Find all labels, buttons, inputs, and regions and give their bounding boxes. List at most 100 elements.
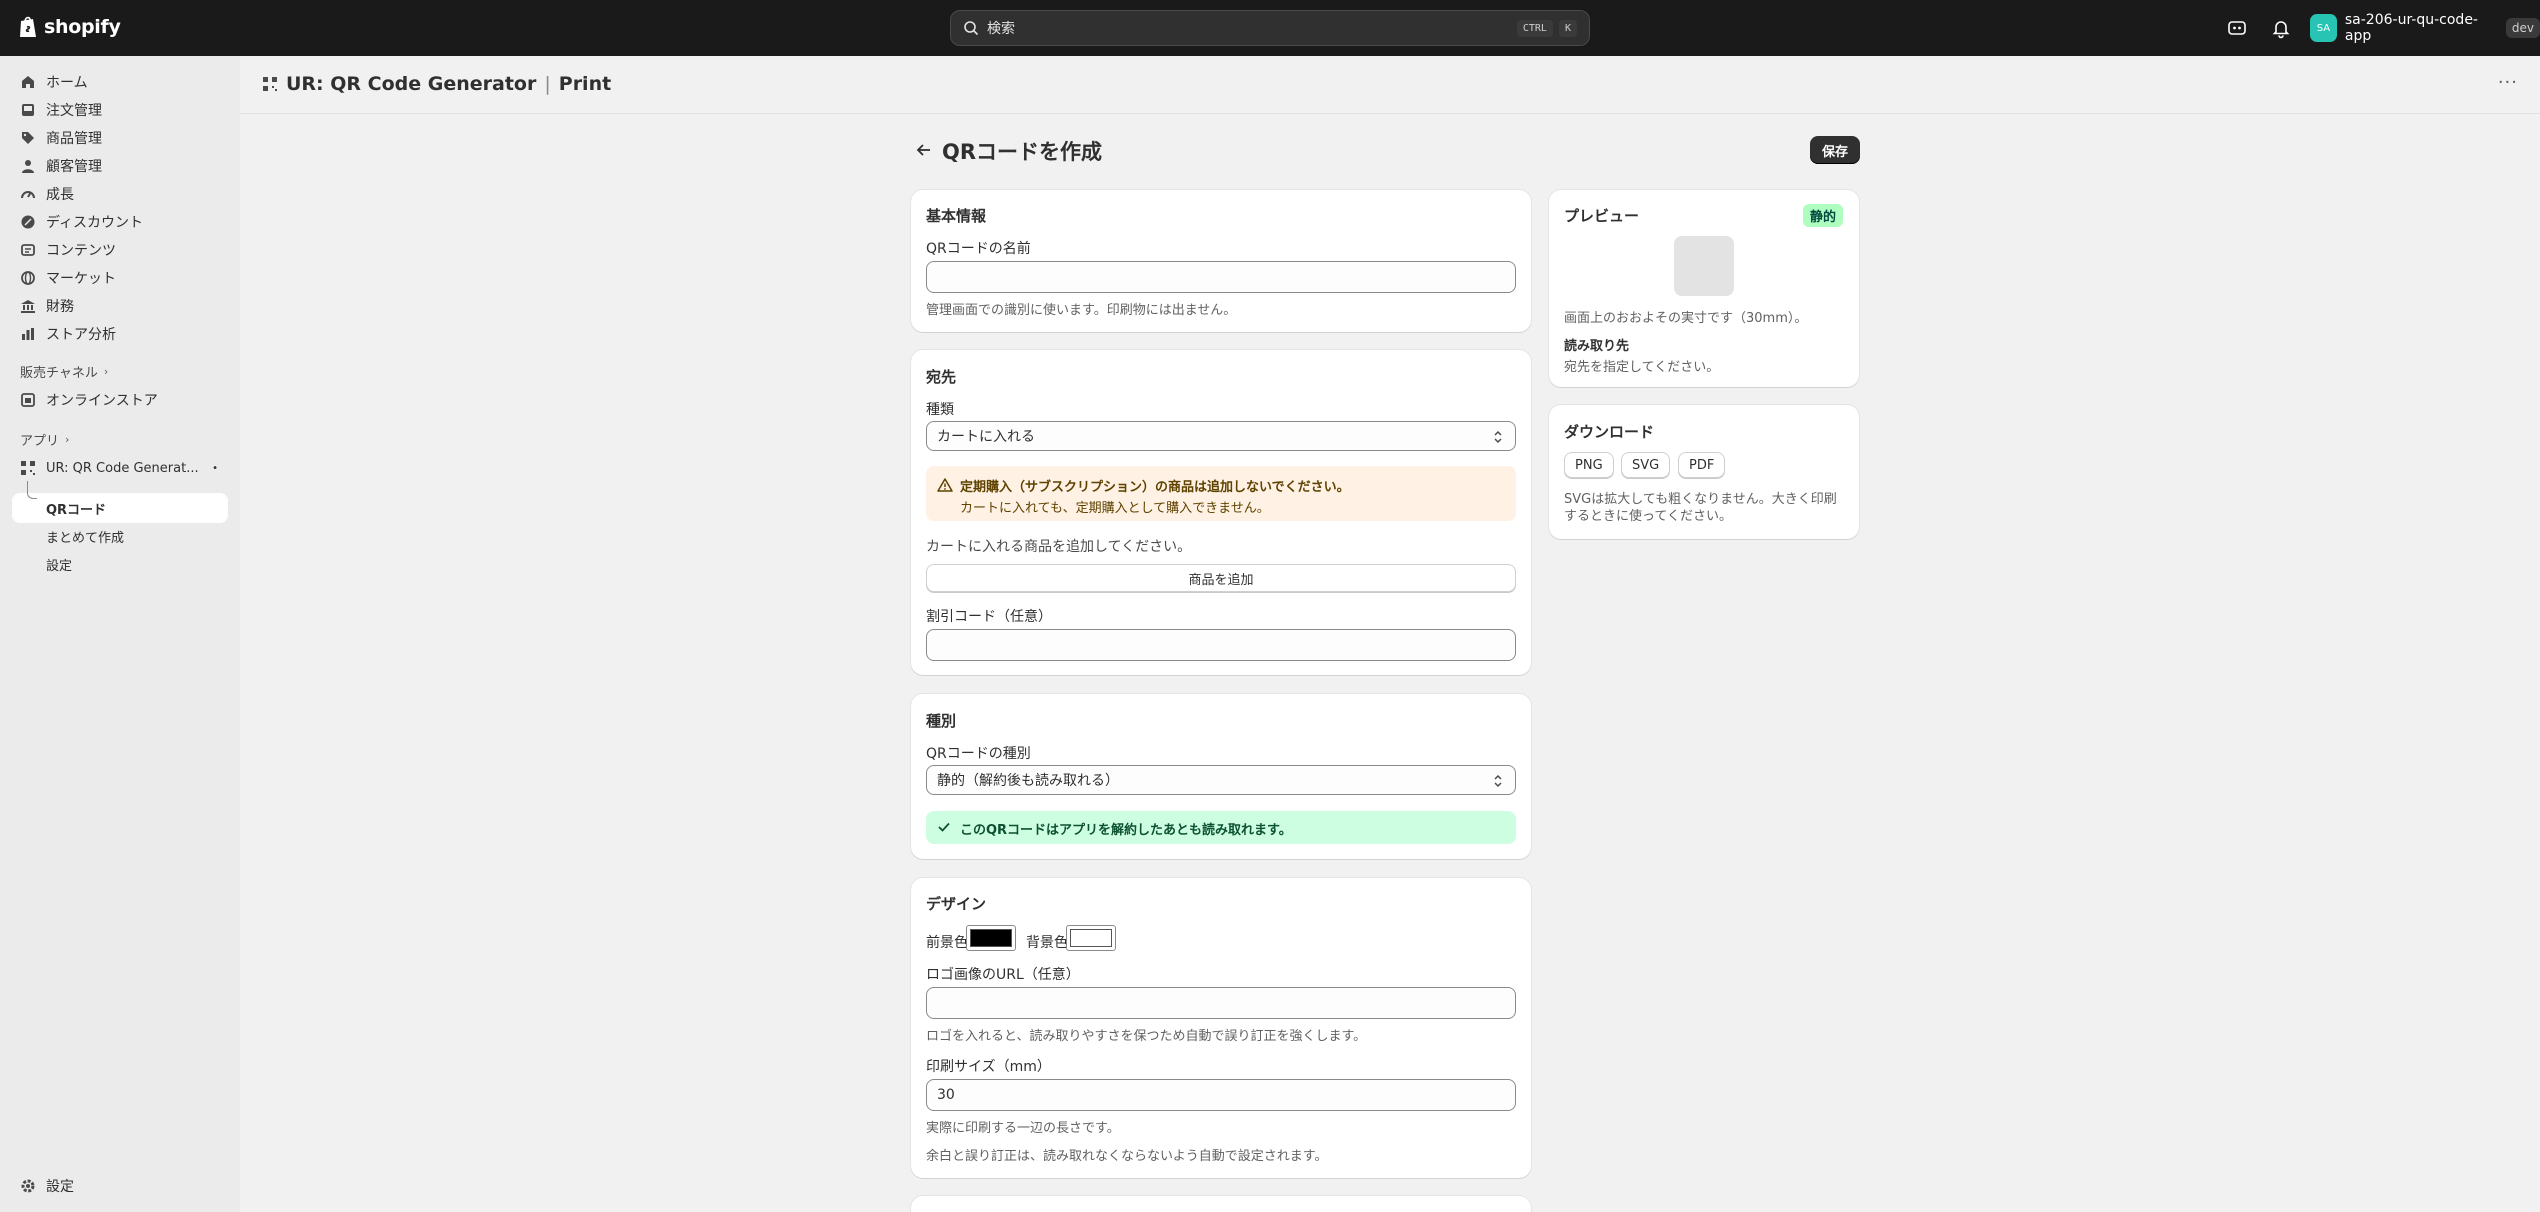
apps-label: アプリ [20,434,60,449]
sidebar-item-analytics[interactable]: ストア分析 [12,320,228,348]
sidebar-item-markets[interactable]: マーケット [12,264,228,292]
destination-card: 宛先 種類 カートに入れる 定期購入（サブスクリプション）の商品は追加しないでく… [911,350,1531,675]
tag-icon [22,132,34,144]
preview-size-note: 画面上のおおよその実寸です（30mm）。 [1564,311,1808,326]
store-icon [21,393,35,407]
download-pdf-button[interactable]: PDF [1678,452,1726,478]
sidebar-subitem-bulk[interactable]: まとめて作成 [46,527,124,546]
download-png-button[interactable]: PNG [1564,452,1614,478]
select-arrows-icon [1494,774,1502,788]
checkmark-icon [938,822,950,832]
subscription-warning-banner: 定期購入（サブスクリプション）の商品は追加しないでください。 カートに入れても、… [926,466,1516,521]
back-arrow-icon[interactable] [914,140,934,160]
sales-channels-label: 販売チャネル [20,366,98,381]
save-button[interactable]: 保存 [1810,136,1860,164]
sidebar-item-label: 設定 [46,1179,74,1195]
chevron-right-icon: › [103,365,109,378]
download-card: ダウンロード PNG SVG PDF SVGは拡大しても粗くなりません。大きく印… [1549,405,1859,539]
destination-type-select[interactable]: カートに入れる [926,421,1516,451]
sidebar-item-discounts[interactable]: ディスカウント [12,208,228,236]
discount-code-label: 割引コード（任意） [926,609,1052,625]
sidebar-item-online-store[interactable]: オンラインストア [12,386,228,414]
kind-card: 種別 QRコードの種別 静的（解約後も読み取れる） このQRコードはアプリを解約… [911,694,1531,859]
app-title: UR: QR Code Generator | Print [262,73,611,95]
shopify-wordmark: shopify [44,16,121,38]
inbox-icon [22,104,34,116]
warning-title: 定期購入（サブスクリプション）の商品は追加しないでください。 [960,480,1350,495]
sidebar-item-label: 顧客管理 [46,159,102,175]
global-search[interactable]: 検索 CTRL K [950,10,1590,46]
destination-title: 宛先 [926,368,957,386]
sidebar-subitem-qrcode[interactable]: QRコード [46,499,106,518]
shortcut-ctrl: CTRL [1516,19,1553,37]
search-input[interactable]: 検索 [987,18,1511,38]
kind-title: 種別 [926,712,957,730]
sidebar-item-customers[interactable]: 顧客管理 [12,152,228,180]
sidekick-icon[interactable] [2226,17,2248,39]
bank-icon [21,300,35,313]
logo-url-label: ロゴ画像のURL（任意） [926,967,1080,983]
qr-app-icon [263,77,277,91]
bell-icon[interactable] [2270,17,2292,39]
sidebar-item-settings[interactable]: 設定 [12,1172,228,1200]
print-size-help: 実際に印刷する一辺の長さです。 [926,1121,1120,1136]
qr-kind-select[interactable]: 静的（解約後も読み取れる） [926,765,1516,795]
chevron-right-icon: › [65,433,70,446]
sidebar-item-content[interactable]: コンテンツ [12,236,228,264]
sidebar-item-app[interactable]: UR: QR Code Generat... • [12,454,228,482]
sidebar-item-products[interactable]: 商品管理 [12,124,228,152]
sidebar-subitem-settings[interactable]: 設定 [46,555,72,574]
shopify-bag-icon [20,16,36,37]
foreground-color-picker[interactable] [966,925,1016,951]
sidebar-item-finance[interactable]: 財務 [12,292,228,320]
logo-url-input[interactable] [926,987,1516,1019]
sidebar-item-home[interactable]: ホーム [12,68,228,96]
warning-icon [937,478,953,492]
background-color-label: 背景色 [1026,935,1068,951]
person-icon [22,160,34,173]
sidebar-item-label: オンラインストア [46,393,158,409]
print-size-help-2: 余白と誤り訂正は、読み取れなくならないよう自動で設定されます。 [926,1149,1328,1164]
sidebar-item-label: 注文管理 [46,103,102,119]
tree-branch-icon [27,481,37,499]
success-text: このQRコードはアプリを解約したあとも読み取れます。 [960,823,1292,838]
app-name: UR: QR Code Generator [286,73,537,95]
store-menu[interactable]: SA sa-206-ur-qu-code-app dev [2310,12,2540,44]
sidebar-item-orders[interactable]: 注文管理 [12,96,228,124]
next-card [911,1196,1531,1212]
design-card: デザイン 前景色 背景色 ロゴ画像のURL（任意） ロゴを入れると、読み取りやす… [911,878,1531,1178]
read-target-label: 読み取り先 [1564,339,1630,354]
destination-type-label: 種類 [926,402,954,418]
title-separator: | [544,73,551,95]
download-svg-button[interactable]: SVG [1621,452,1671,478]
sidebar-sales-channels[interactable]: 販売チャネル › [20,362,108,381]
content-icon [21,244,35,256]
discount-code-input[interactable] [926,629,1516,661]
background-color-picker[interactable] [1066,925,1116,951]
sidebar-apps[interactable]: アプリ › [20,430,69,449]
top-bar: shopify 検索 CTRL K SA sa-206-ur-qu-code-a… [0,0,2540,56]
store-dev-badge: dev [2505,18,2540,38]
shortcut-k: K [1558,19,1577,37]
more-actions-icon[interactable]: ··· [2498,72,2518,93]
add-product-button[interactable]: 商品を追加 [926,564,1516,592]
select-arrows-icon [1494,430,1502,444]
qr-name-input[interactable] [926,261,1516,293]
app-pin-dot-icon: • [212,462,218,474]
gear-icon [21,1179,35,1193]
download-title: ダウンロード [1564,423,1655,441]
sidebar-item-label: 財務 [46,299,74,315]
shopify-logo[interactable]: shopify [18,15,121,39]
app-subtitle: Print [558,73,612,95]
sidebar: ホーム 注文管理 商品管理 顧客管理 成長 ディスカウント コンテンツ マーケッ… [0,56,240,1212]
download-note: SVGは拡大しても粗くなりません。大きく印刷するときに使ってください。 [1564,492,1837,524]
store-name: sa-206-ur-qu-code-app [2344,12,2478,44]
destination-type-value: カートに入れる [937,429,1035,445]
sidebar-item-growth[interactable]: 成長 [12,180,228,208]
read-target-value: 宛先を指定してください。 [1564,360,1720,375]
design-title: デザイン [926,895,987,913]
basic-info-title: 基本情報 [926,207,987,225]
sidebar-item-label: ストア分析 [46,327,116,343]
print-size-input[interactable] [926,1079,1516,1111]
qr-kind-label: QRコードの種別 [926,746,1031,762]
